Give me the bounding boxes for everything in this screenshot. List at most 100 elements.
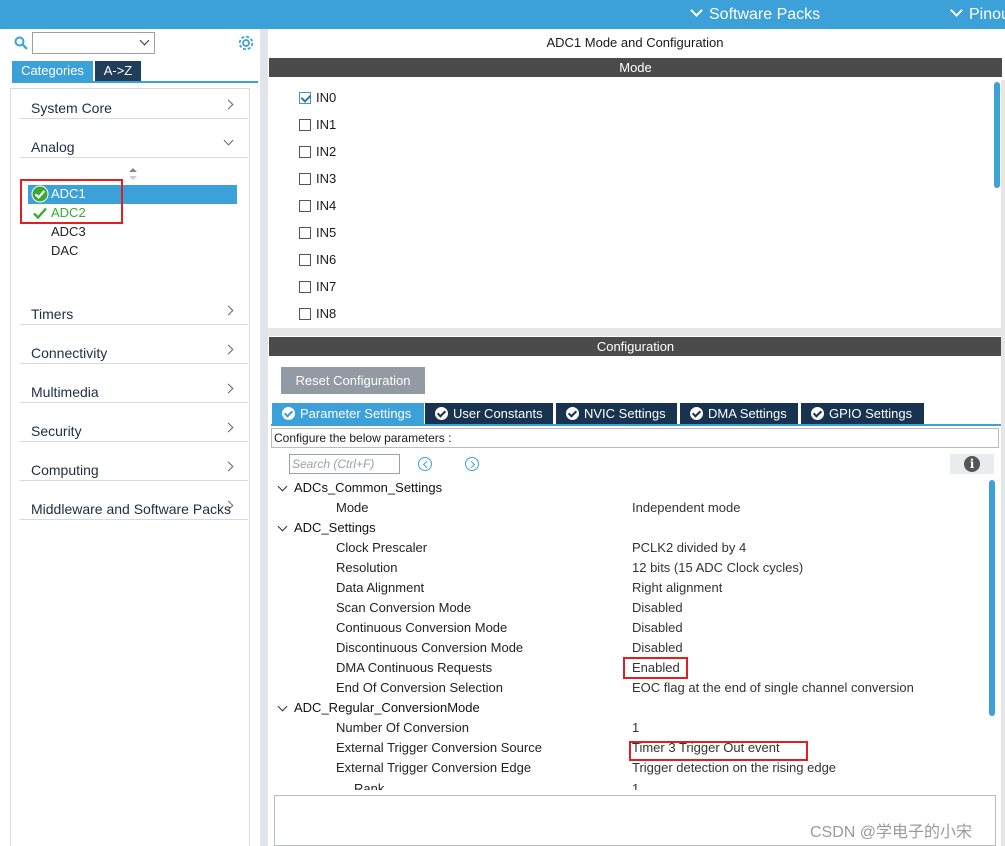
- checkbox[interactable]: [299, 227, 311, 239]
- param-value[interactable]: Disabled: [632, 638, 683, 658]
- category-analog[interactable]: Analog: [20, 127, 248, 158]
- annotation-highlight-box: [20, 179, 123, 224]
- analog-item-adc3[interactable]: ADC3: [51, 224, 86, 239]
- tab-underline: [12, 81, 258, 83]
- checkbox[interactable]: [299, 92, 311, 104]
- outer-scrollbar-track[interactable]: [1001, 80, 1005, 846]
- chevron-down-icon: [950, 4, 963, 17]
- tab-dma-settings[interactable]: DMA Settings: [680, 403, 798, 424]
- chevron-right-icon: [223, 305, 234, 316]
- chevron-right-icon: [223, 422, 234, 433]
- param-value[interactable]: Right alignment: [632, 578, 722, 598]
- search-icon[interactable]: [14, 36, 28, 50]
- param-name-rank: Rank: [354, 781, 385, 790]
- checkbox[interactable]: [299, 119, 311, 131]
- input-checkbox-in0[interactable]: IN0: [299, 89, 336, 107]
- category-timers[interactable]: Timers: [20, 294, 248, 325]
- param-value[interactable]: Disabled: [632, 598, 683, 618]
- pinout-menu[interactable]: Pinout: [948, 0, 1005, 29]
- param-value[interactable]: Trigger detection on the rising edge: [632, 758, 836, 778]
- input-checkbox-in7[interactable]: IN7: [299, 278, 336, 296]
- chevron-down-icon: [139, 35, 150, 46]
- chevron-right-icon: [223, 461, 234, 472]
- chevron-down-icon: [223, 135, 234, 146]
- chevron-right-icon: [223, 99, 234, 110]
- tab-parameter-settings[interactable]: Parameter Settings: [272, 403, 424, 424]
- param-value[interactable]: 1: [632, 779, 639, 790]
- category-computing[interactable]: Computing: [20, 450, 248, 481]
- sidebar-splitter[interactable]: [260, 29, 268, 846]
- tab-categories[interactable]: Categories: [12, 61, 93, 81]
- configuration-header: Configuration: [269, 337, 1002, 356]
- input-checkbox-in6[interactable]: IN6: [299, 251, 336, 269]
- group-adcs-common-settings[interactable]: ADCs_Common_Settings: [294, 478, 442, 498]
- param-value[interactable]: Independent mode: [632, 498, 740, 518]
- input-checkbox-in8[interactable]: IN8: [299, 305, 336, 323]
- param-name: External Trigger Conversion Source: [336, 740, 542, 755]
- parameter-search-input[interactable]: Search (Ctrl+F): [289, 454, 400, 474]
- input-checkbox-in4[interactable]: IN4: [299, 197, 336, 215]
- gear-icon[interactable]: [236, 33, 256, 53]
- check-circle-icon: [811, 407, 824, 420]
- parameters-scrollbar[interactable]: [989, 480, 995, 716]
- checkbox[interactable]: [299, 200, 311, 212]
- param-name: Resolution: [336, 560, 398, 575]
- checkbox[interactable]: [299, 173, 311, 185]
- checkbox[interactable]: [299, 254, 311, 266]
- mode-scrollbar[interactable]: [994, 82, 1000, 188]
- panel-divider[interactable]: [268, 328, 1005, 336]
- tab-a-to-z[interactable]: A->Z: [95, 61, 141, 81]
- previous-match-icon[interactable]: [418, 457, 432, 471]
- checkbox[interactable]: [299, 146, 311, 158]
- next-match-icon[interactable]: [465, 457, 479, 471]
- sort-icon[interactable]: [129, 168, 137, 180]
- input-checkbox-in5[interactable]: IN5: [299, 224, 336, 242]
- input-checkbox-in1[interactable]: IN1: [299, 116, 336, 134]
- category-connectivity[interactable]: Connectivity: [20, 333, 248, 364]
- tab-underline: [271, 424, 1001, 426]
- param-name: Scan Conversion Mode: [336, 600, 472, 615]
- software-packs-menu[interactable]: Software Packs: [688, 0, 820, 29]
- tab-gpio-settings[interactable]: GPIO Settings: [801, 403, 924, 424]
- reset-configuration-button[interactable]: Reset Configuration: [281, 367, 425, 394]
- component-search-combobox[interactable]: [32, 32, 155, 54]
- param-name: Data Alignment: [336, 580, 425, 595]
- param-name: Clock Prescaler: [336, 540, 428, 555]
- check-circle-icon: [690, 407, 703, 420]
- param-name: Continuous Conversion Mode: [336, 620, 508, 635]
- param-value[interactable]: Disabled: [632, 618, 683, 638]
- category-middleware[interactable]: Middleware and Software Packs: [20, 489, 248, 520]
- check-circle-icon: [566, 407, 579, 420]
- param-value[interactable]: EOC flag at the end of single channel co…: [632, 678, 914, 698]
- tab-nvic-settings[interactable]: NVIC Settings: [556, 403, 677, 424]
- param-name: Discontinuous Conversion Mode: [336, 640, 524, 655]
- info-icon[interactable]: [950, 454, 994, 474]
- chevron-down-icon: [690, 4, 703, 17]
- param-name: DMA Continuous Requests: [336, 660, 493, 675]
- analog-item-dac[interactable]: DAC: [51, 243, 78, 258]
- annotation-highlight-box: [623, 657, 688, 679]
- param-value[interactable]: 12 bits (15 ADC Clock cycles): [632, 558, 803, 578]
- param-name: External Trigger Conversion Edge: [336, 760, 532, 775]
- checkbox[interactable]: [299, 308, 311, 320]
- group-adc-settings[interactable]: ADC_Settings: [294, 518, 376, 538]
- check-circle-icon: [435, 407, 448, 420]
- mode-header: Mode: [269, 58, 1002, 77]
- configure-hint: Configure the below parameters :: [271, 428, 999, 448]
- param-name: Number Of Conversion: [336, 720, 469, 735]
- checkbox[interactable]: [299, 281, 311, 293]
- param-name: Mode: [336, 500, 369, 515]
- watermark: CSDN @学电子的小宋: [810, 824, 973, 841]
- category-security[interactable]: Security: [20, 411, 248, 442]
- param-value[interactable]: PCLK2 divided by 4: [632, 538, 746, 558]
- group-adc-regular-conversion-mode[interactable]: ADC_Regular_ConversionMode: [294, 698, 480, 718]
- tab-user-constants[interactable]: User Constants: [425, 403, 553, 424]
- chevron-right-icon: [223, 344, 234, 355]
- category-multimedia[interactable]: Multimedia: [20, 372, 248, 403]
- input-checkbox-in3[interactable]: IN3: [299, 170, 336, 188]
- category-system-core[interactable]: System Core: [20, 88, 248, 119]
- param-value[interactable]: 1: [632, 718, 639, 738]
- check-circle-icon: [282, 407, 295, 420]
- param-name: End Of Conversion Selection: [336, 680, 503, 695]
- input-checkbox-in2[interactable]: IN2: [299, 143, 336, 161]
